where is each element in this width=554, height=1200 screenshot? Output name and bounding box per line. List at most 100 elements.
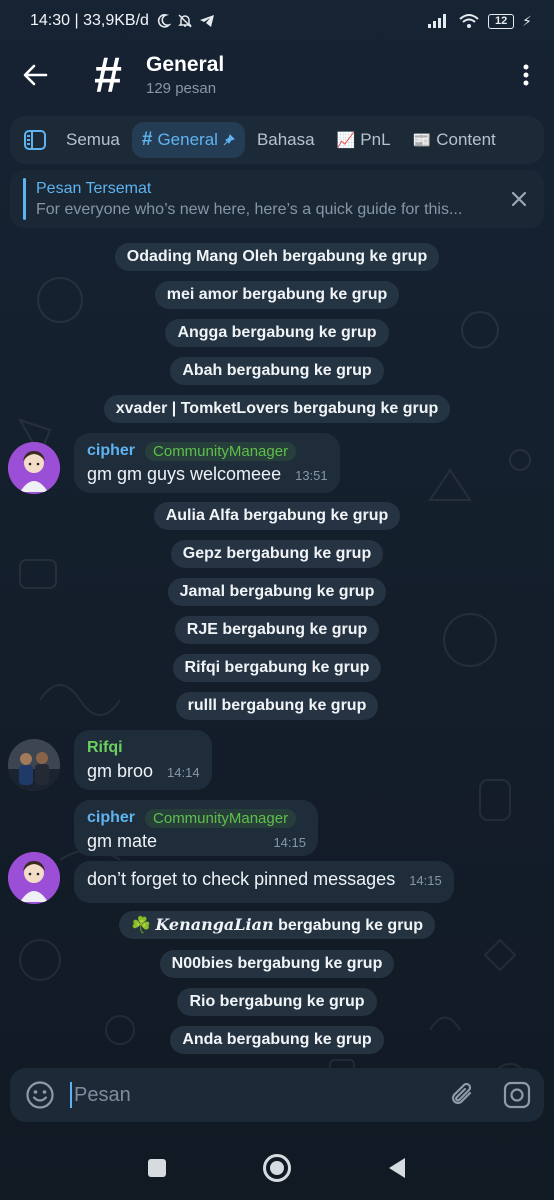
service-message-row: Anda bergabung ke grup — [0, 1026, 554, 1054]
pinned-text-block: Pesan Tersemat For everyone who’s new he… — [26, 180, 494, 219]
message-composer — [10, 1068, 544, 1122]
triangle-back-icon — [389, 1157, 405, 1178]
message-text: gm mate — [87, 831, 158, 851]
back-button[interactable] — [0, 42, 70, 108]
service-message-row: N00bies bergabung ke grup — [0, 950, 554, 978]
square-icon — [148, 1158, 166, 1177]
tab-bahasa[interactable]: Bahasa — [247, 122, 325, 158]
charging-icon: ⚡ — [522, 12, 532, 29]
message-bubble[interactable]: cipher CommunityManager gm gm guys welco… — [74, 433, 340, 493]
message-time: 14:15 — [273, 835, 306, 850]
pin-icon — [223, 134, 235, 146]
avatar-photo — [8, 739, 60, 791]
camera-button[interactable] — [490, 1068, 544, 1122]
circle-home-icon — [263, 1153, 291, 1182]
signal-icon — [428, 14, 447, 28]
message-bubble[interactable]: cipher CommunityManager gm mate 14:15 — [74, 800, 318, 856]
service-message: Abah bergabung ke grup — [170, 357, 384, 385]
service-message-row: Rifqi bergabung ke grup — [0, 654, 554, 682]
service-message-row: rulll bergabung ke grup — [0, 692, 554, 720]
join-suffix: bergabung ke grup — [278, 917, 423, 934]
more-vertical-icon — [523, 64, 529, 86]
service-message: Odading Mang Oleh bergabung ke grup — [114, 243, 440, 271]
home-button[interactable] — [257, 1148, 297, 1188]
service-message-row: mei amor bergabung ke grup — [0, 281, 554, 309]
message-body: gm broo 14:14 — [87, 761, 200, 782]
smiley-icon — [26, 1081, 54, 1109]
service-message-row: Odading Mang Oleh bergabung ke grup — [0, 243, 554, 271]
message-bubble[interactable]: don’t forget to check pinned messages 14… — [74, 861, 454, 903]
shamrock-icon: ☘️ — [131, 917, 151, 934]
sidebar-panel-icon — [24, 130, 46, 150]
topic-hash-icon: # — [94, 47, 122, 103]
pinned-message-bar[interactable]: Pesan Tersemat For everyone who’s new he… — [10, 170, 544, 228]
service-message: Aulia Alfa bergabung ke grup — [153, 502, 401, 530]
service-message: RJE bergabung ke grup — [174, 616, 380, 644]
service-message: N00bies bergabung ke grup — [159, 950, 395, 978]
sender-name[interactable]: Rifqi — [87, 739, 123, 757]
telegram-icon — [199, 15, 214, 27]
message-time: 14:15 — [409, 873, 442, 888]
service-message: Jamal bergabung ke grup — [167, 578, 387, 606]
avatar-cipher[interactable] — [8, 852, 60, 904]
message-input[interactable] — [70, 1082, 436, 1108]
topic-tabs: Semua # General Bahasa 📈 PnL 📰 Content — [10, 116, 544, 164]
moon-icon — [157, 14, 171, 28]
service-message-row: Angga bergabung ke grup — [0, 319, 554, 347]
chat-title: General — [146, 53, 225, 76]
tab-pnl[interactable]: 📈 PnL — [327, 122, 401, 158]
message-time: 14:14 — [167, 765, 200, 780]
fancy-username: KenangaLian — [155, 915, 274, 934]
arrow-left-icon — [23, 64, 48, 86]
status-time: 14:30 | 33,9KB/d — [30, 12, 149, 29]
service-message-row: xvader | TomketLovers bergabung ke grup — [0, 395, 554, 423]
tab-label: General — [157, 130, 218, 149]
service-message: Gepz bergabung ke grup — [170, 540, 384, 568]
chat-title-block[interactable]: General 129 pesan — [146, 53, 498, 97]
message-header: cipher CommunityManager — [87, 808, 306, 828]
sidebar-toggle-tab[interactable] — [16, 122, 54, 158]
service-message: Anda bergabung ke grup — [170, 1026, 384, 1054]
chart-increasing-icon: 📈 — [336, 132, 356, 149]
service-message-row: Gepz bergabung ke grup — [0, 540, 554, 568]
message-body: don’t forget to check pinned messages 14… — [87, 869, 442, 890]
service-message: rulll bergabung ke grup — [175, 692, 379, 720]
service-message-row: Abah bergabung ke grup — [0, 357, 554, 385]
status-bar: 14:30 | 33,9KB/d 12 ⚡ — [0, 0, 554, 42]
service-message: mei amor bergabung ke grup — [154, 281, 400, 309]
more-options-button[interactable] — [498, 42, 554, 108]
service-message-row: Jamal bergabung ke grup — [0, 578, 554, 606]
message-bubble[interactable]: Rifqi gm broo 14:14 — [74, 730, 212, 790]
tab-label: Bahasa — [256, 130, 315, 149]
hash-icon: # — [141, 129, 153, 150]
recents-button[interactable] — [137, 1148, 177, 1188]
sender-name[interactable]: cipher — [87, 809, 135, 827]
message-body: gm gm guys welcomeee 13:51 — [87, 464, 328, 485]
avatar-rifqi[interactable] — [8, 739, 60, 791]
attach-button[interactable] — [436, 1068, 490, 1122]
emoji-button[interactable] — [10, 1068, 70, 1122]
tab-content[interactable]: 📰 Content — [403, 122, 506, 158]
tab-label: PnL — [360, 130, 391, 149]
battery-indicator: 12 — [488, 13, 515, 29]
message-body: gm mate 14:15 — [87, 831, 306, 852]
sender-name[interactable]: cipher — [87, 442, 135, 460]
pinned-title: Pesan Tersemat — [36, 179, 152, 197]
close-pinned-button[interactable] — [494, 170, 544, 228]
back-nav-button[interactable] — [377, 1148, 417, 1188]
service-message: xvader | TomketLovers bergabung ke grup — [103, 395, 451, 423]
service-message-row: ☘️ KenangaLian bergabung ke grup — [0, 911, 554, 939]
service-message-row: Aulia Alfa bergabung ke grup — [0, 502, 554, 530]
tab-general[interactable]: # General — [131, 122, 245, 158]
close-icon — [511, 191, 527, 207]
service-message: Rifqi bergabung ke grup — [172, 654, 382, 682]
wifi-icon — [459, 14, 479, 28]
system-nav-bar — [0, 1135, 554, 1200]
tab-semua[interactable]: Semua — [56, 122, 130, 158]
pinned-preview: For everyone who’s new here, here’s a qu… — [36, 200, 463, 218]
avatar-illustration — [8, 442, 60, 494]
instant-camera-icon — [503, 1081, 531, 1109]
chat-subtitle: 129 pesan — [146, 80, 217, 97]
avatar-cipher[interactable] — [8, 442, 60, 494]
tab-label: Semua — [66, 130, 120, 149]
